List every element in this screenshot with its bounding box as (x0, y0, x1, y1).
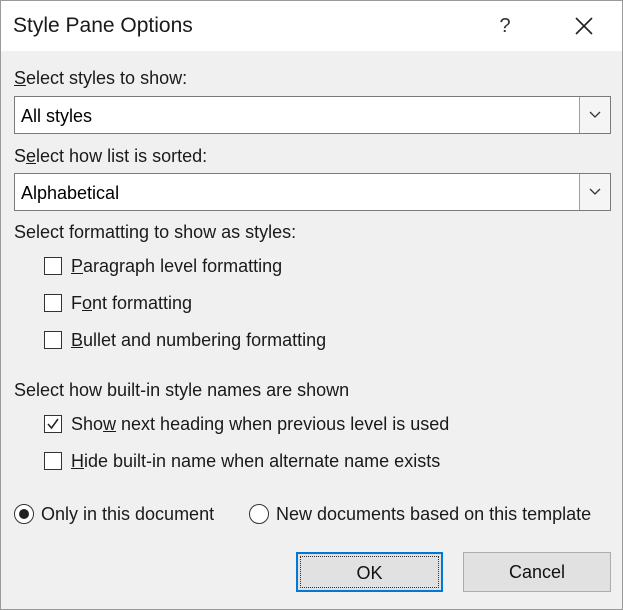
title-bar: Style Pane Options ? (1, 1, 622, 51)
chevron-down-icon (589, 111, 601, 118)
focus-rect (300, 556, 439, 588)
style-pane-options-dialog: Style Pane Options ? Select styles to sh… (0, 0, 623, 610)
styles-to-show-select[interactable]: All styles (14, 96, 611, 134)
bullet-formatting-checkbox[interactable] (44, 331, 62, 349)
builtin-names-label: Select how built-in style names are show… (14, 380, 350, 400)
font-formatting-label: Font formatting (71, 293, 193, 313)
show-next-heading-checkbox[interactable] (44, 415, 62, 433)
show-next-heading-label: Show next heading when previous level is… (71, 414, 450, 434)
styles-to-show-label: Select styles to show: (14, 68, 188, 88)
cancel-button[interactable]: Cancel (463, 552, 611, 592)
cancel-button-label: Cancel (508, 562, 566, 582)
list-sorted-select[interactable]: Alphabetical (14, 173, 611, 211)
dialog-title: Style Pane Options (13, 14, 193, 37)
bullet-formatting-label: Bullet and numbering formatting (71, 330, 327, 350)
close-icon (575, 17, 593, 35)
list-sorted-label: Select how list is sorted: (14, 146, 208, 166)
checkmark-icon (47, 418, 59, 430)
dropdown-button[interactable] (579, 97, 610, 133)
formatting-label: Select formatting to show as styles: (14, 222, 297, 242)
styles-to-show-value: All styles (21, 106, 93, 126)
dropdown-button[interactable] (579, 174, 610, 210)
help-button[interactable]: ? (489, 9, 521, 43)
hide-builtin-name-label: Hide built-in name when alternate name e… (71, 451, 441, 471)
paragraph-formatting-label: Paragraph level formatting (71, 256, 283, 276)
close-button[interactable] (567, 9, 601, 43)
hide-builtin-name-checkbox[interactable] (44, 452, 62, 470)
radio-selected-dot (19, 509, 29, 519)
only-this-document-radio[interactable] (14, 504, 34, 524)
ok-button[interactable]: OK (296, 552, 443, 592)
chevron-down-icon (589, 188, 601, 195)
list-sorted-value: Alphabetical (21, 183, 120, 203)
font-formatting-checkbox[interactable] (44, 294, 62, 312)
new-documents-label: New documents based on this template (276, 504, 592, 524)
only-this-document-label: Only in this document (41, 504, 215, 524)
paragraph-formatting-checkbox[interactable] (44, 257, 62, 275)
new-documents-radio[interactable] (249, 504, 269, 524)
